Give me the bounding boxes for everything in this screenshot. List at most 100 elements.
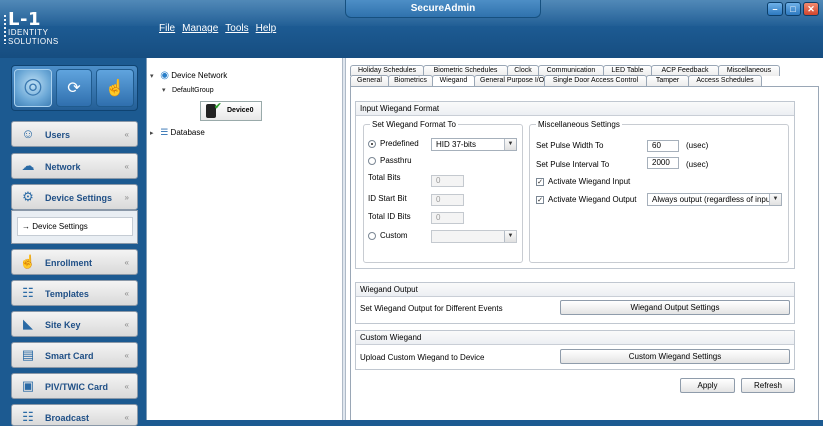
- sidebar-item-broadcast[interactable]: ☷ Broadcast «: [11, 404, 138, 426]
- logo-line2: IDENTITY: [8, 28, 49, 37]
- sidebar-item-label: PIV/TWIC Card: [45, 382, 109, 392]
- sidebar-item-piv-twic-card[interactable]: ▣ PIV/TWIC Card «: [11, 373, 138, 399]
- activate-input-label: Activate Wiegand Input: [548, 177, 631, 186]
- sidebar-item-site-key[interactable]: ◣ Site Key «: [11, 311, 138, 337]
- sidebar-item-label: Device Settings: [45, 193, 113, 203]
- chevron-down-icon: «: [124, 258, 129, 267]
- sidebar-item-device-settings[interactable]: ⚙ Device Settings »: [11, 184, 138, 210]
- submenu-item-device-settings[interactable]: → Device Settings: [17, 217, 133, 236]
- tab-access-schedules[interactable]: Access Schedules: [688, 75, 762, 86]
- sidebar-item-label: Network: [45, 162, 81, 172]
- activate-output-label: Activate Wiegand Output: [548, 195, 637, 204]
- passthru-radio[interactable]: [368, 157, 376, 165]
- tab-row-2: General Biometrics Wiegand General Purpo…: [350, 75, 762, 87]
- device-settings-submenu: → Device Settings: [11, 210, 138, 244]
- pulse-width-unit: (usec): [686, 141, 709, 150]
- fingerprint-icon: ◎: [23, 73, 43, 98]
- device-settings-icon: ⚙: [22, 189, 34, 204]
- refresh-button[interactable]: Refresh: [741, 378, 795, 393]
- total-id-bits-label: Total ID Bits: [368, 212, 411, 221]
- custom-wiegand-settings-button[interactable]: Custom Wiegand Settings: [560, 349, 790, 364]
- mode-switcher: ◎ ⟳ ☝: [11, 65, 138, 111]
- menu-manage[interactable]: Manage: [182, 23, 218, 34]
- fieldset-legend: Set Wiegand Format To: [370, 120, 458, 129]
- users-icon: ☺: [21, 126, 35, 141]
- id-start-bit-input[interactable]: 0: [431, 194, 464, 206]
- total-bits-input[interactable]: 0: [431, 175, 464, 187]
- tab-general-purpose-io[interactable]: General Purpose I/O: [474, 75, 545, 86]
- dropdown-arrow-icon: ▼: [504, 139, 516, 150]
- pulse-width-input[interactable]: 60: [647, 140, 679, 152]
- select-value: Always output (regardless of input sou: [652, 195, 782, 204]
- menu-help[interactable]: Help: [256, 23, 277, 34]
- chevron-down-icon: «: [124, 382, 129, 391]
- id-start-bit-label: ID Start Bit: [368, 194, 407, 203]
- network-globe-icon: ◉: [160, 70, 169, 81]
- logo-dots: [3, 14, 7, 44]
- database-icon: ☰: [160, 127, 169, 137]
- maximize-button[interactable]: □: [785, 2, 801, 16]
- smart-card-icon: ▤: [21, 347, 35, 362]
- logo-line3: SOLUTIONS: [8, 37, 59, 46]
- minimize-button[interactable]: –: [767, 2, 783, 16]
- hand-mode-button[interactable]: ☝: [96, 69, 134, 107]
- tab-biometrics[interactable]: Biometrics: [388, 75, 433, 86]
- templates-icon: ☷: [22, 285, 34, 300]
- fingerprint-mode-button[interactable]: ◎: [14, 69, 52, 107]
- custom-label: Custom: [380, 231, 408, 240]
- sync-mode-button[interactable]: ⟳: [56, 69, 92, 107]
- collapse-arrow-icon[interactable]: ▾: [162, 86, 170, 94]
- menu-file[interactable]: File: [159, 23, 175, 34]
- predefined-radio[interactable]: [368, 140, 376, 148]
- pulse-interval-unit: (usec): [686, 160, 709, 169]
- expand-arrow-icon[interactable]: ▸: [150, 129, 158, 137]
- sidebar-item-label: Enrollment: [45, 258, 93, 268]
- enrollment-icon: ☝: [19, 254, 37, 269]
- output-mode-select[interactable]: Always output (regardless of input sou ▼: [647, 193, 782, 206]
- tree-node-device-network[interactable]: ▾ ◉ Device Network: [150, 70, 227, 81]
- piv-card-icon: ▣: [21, 378, 35, 393]
- pulse-interval-input[interactable]: 2000: [647, 157, 679, 169]
- wiegand-output-settings-button[interactable]: Wiegand Output Settings: [560, 300, 790, 315]
- select-value: HID 37-bits: [436, 140, 477, 149]
- predefined-label: Predefined: [380, 139, 419, 148]
- chevron-down-icon: «: [124, 351, 129, 360]
- group-title: Input Wiegand Format: [356, 102, 794, 116]
- tab-tamper[interactable]: Tamper: [646, 75, 689, 86]
- pulse-interval-label: Set Pulse Interval To: [536, 160, 610, 169]
- activate-output-checkbox[interactable]: ✓: [536, 196, 544, 204]
- app-title: SecureAdmin: [345, 0, 541, 18]
- sidebar-item-enrollment[interactable]: ☝ Enrollment «: [11, 249, 138, 275]
- tree-label-default-group: DefaultGroup: [171, 87, 214, 94]
- activate-input-checkbox[interactable]: ✓: [536, 178, 544, 186]
- menu-bar: File Manage Tools Help: [159, 23, 276, 34]
- sidebar-item-users[interactable]: ☺ Users «: [11, 121, 138, 147]
- tab-general[interactable]: General: [350, 75, 389, 86]
- sidebar-item-templates[interactable]: ☷ Templates «: [11, 280, 138, 306]
- dropdown-arrow-icon: ▼: [504, 231, 516, 242]
- company-logo: L-1 IDENTITY SOLUTIONS: [3, 11, 59, 46]
- tab-single-door-access-control[interactable]: Single Door Access Control: [544, 75, 647, 86]
- chevron-up-icon: »: [124, 193, 129, 202]
- fieldset-legend: Miscellaneous Settings: [536, 120, 622, 129]
- passthru-label: Passthru: [380, 156, 412, 165]
- total-id-bits-input[interactable]: 0: [431, 212, 464, 224]
- hand-pointer-icon: ☝: [105, 80, 125, 97]
- custom-format-select[interactable]: ▼: [431, 230, 517, 243]
- predefined-format-select[interactable]: HID 37-bits ▼: [431, 138, 517, 151]
- window-controls: – □ ✕: [767, 2, 819, 16]
- chevron-down-icon: «: [124, 320, 129, 329]
- tree-label-database: Database: [170, 128, 205, 137]
- tree-node-device0[interactable]: ✔ Device0: [200, 101, 262, 121]
- custom-radio[interactable]: [368, 232, 376, 240]
- close-button[interactable]: ✕: [803, 2, 819, 16]
- collapse-arrow-icon[interactable]: ▾: [150, 72, 158, 80]
- sidebar-item-network[interactable]: ☁ Network «: [11, 153, 138, 179]
- site-key-icon: ◣: [23, 316, 33, 331]
- sidebar-item-label: Users: [45, 130, 71, 140]
- tree-node-default-group[interactable]: ▾ DefaultGroup: [162, 86, 214, 94]
- sidebar-item-smart-card[interactable]: ▤ Smart Card «: [11, 342, 138, 368]
- apply-button[interactable]: Apply: [680, 378, 735, 393]
- tree-node-database[interactable]: ▸ ☰ Database: [150, 127, 205, 138]
- menu-tools[interactable]: Tools: [225, 23, 248, 34]
